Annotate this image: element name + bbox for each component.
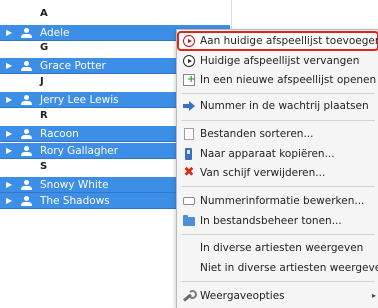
play-circle-icon: [183, 35, 195, 47]
menu-item-show-in-file-manager[interactable]: In bestandsbeheer tonen...: [177, 211, 378, 231]
menu-item-copy-to-device[interactable]: Naar apparaat kopiëren...: [177, 144, 378, 164]
expand-arrow-icon[interactable]: ▶: [6, 25, 12, 41]
delete-cross-icon: ✖: [183, 165, 195, 180]
expand-arrow-icon[interactable]: ▶: [6, 92, 12, 108]
group-letter: R: [40, 110, 48, 121]
menu-item-replace-playlist[interactable]: Huidige afspeellijst vervangen: [177, 51, 378, 71]
group-letter: J: [40, 76, 44, 87]
artist-name: Racoon: [40, 128, 79, 140]
menu-separator: [181, 120, 375, 121]
menu-item-label: Naar apparaat kopiëren...: [200, 148, 335, 160]
expand-arrow-icon[interactable]: ▶: [6, 58, 12, 74]
artist-name: Rory Gallagher: [40, 145, 119, 157]
artist-name: Jerry Lee Lewis: [40, 94, 119, 106]
menu-item-delete-from-disk[interactable]: ✖ Van schijf verwijderen...: [177, 163, 378, 183]
menu-item-label: Weergaveopties: [200, 290, 285, 302]
new-playlist-icon: [183, 70, 195, 90]
expand-arrow-icon[interactable]: ▶: [6, 193, 12, 209]
queue-arrow-icon: [183, 100, 195, 112]
menu-item-hide-from-various-artists[interactable]: Niet in diverse artiesten weergeven: [177, 258, 378, 278]
menu-item-label: In een nieuwe afspeellijst openen: [200, 74, 377, 86]
menu-separator: [181, 93, 375, 94]
menu-item-label: Aan huidige afspeellijst toevoegen: [200, 35, 378, 47]
wrench-icon: [183, 290, 197, 302]
menu-item-label: Nummerinformatie bewerken...: [200, 195, 365, 207]
artist-icon: [20, 60, 32, 72]
menu-item-view-options[interactable]: Weergaveopties ▸: [177, 286, 378, 306]
group-letter: G: [40, 42, 49, 53]
artist-icon: [20, 195, 32, 207]
tag-icon: [183, 197, 195, 205]
artist-icon: [20, 27, 32, 39]
group-header-a: A: [0, 6, 230, 22]
menu-item-label: Bestanden sorteren...: [200, 128, 314, 140]
menu-item-label: Van schijf verwijderen...: [200, 167, 326, 179]
artist-name: The Shadows: [40, 195, 110, 207]
device-icon: [185, 148, 192, 160]
folder-icon: [183, 215, 195, 226]
play-circle-icon: [183, 55, 195, 67]
menu-separator: [181, 234, 375, 235]
menu-item-add-to-playlist[interactable]: Aan huidige afspeellijst toevoegen: [177, 31, 378, 51]
artist-icon: [20, 128, 32, 140]
expand-arrow-icon[interactable]: ▶: [6, 126, 12, 142]
submenu-arrow-icon: ▸: [371, 291, 376, 300]
menu-item-show-in-various-artists[interactable]: In diverse artiesten weergeven: [177, 238, 378, 258]
artist-name: Grace Potter: [40, 60, 106, 72]
menu-item-label: In diverse artiesten weergeven: [200, 242, 364, 254]
artist-icon: [20, 145, 32, 157]
context-menu: Aan huidige afspeellijst toevoegen Huidi…: [176, 29, 378, 308]
document-icon: [184, 128, 194, 140]
menu-separator: [181, 186, 375, 187]
menu-item-queue-track[interactable]: Nummer in de wachtrij plaatsen: [177, 96, 378, 116]
menu-item-label: Huidige afspeellijst vervangen: [200, 55, 360, 67]
group-letter: S: [40, 161, 48, 172]
menu-item-open-new-playlist[interactable]: In een nieuwe afspeellijst openen: [177, 70, 378, 90]
menu-item-edit-track-info[interactable]: Nummerinformatie bewerken...: [177, 191, 378, 211]
menu-item-label: In bestandsbeheer tonen...: [200, 215, 342, 227]
artist-icon: [20, 179, 32, 191]
expand-arrow-icon[interactable]: ▶: [6, 143, 12, 159]
group-letter: A: [40, 8, 48, 19]
menu-item-label: Niet in diverse artiesten weergeven: [200, 262, 378, 274]
menu-separator: [181, 281, 375, 282]
expand-arrow-icon[interactable]: ▶: [6, 177, 12, 193]
menu-item-organize-files[interactable]: Bestanden sorteren...: [177, 124, 378, 144]
artist-name: Adele: [40, 27, 70, 39]
menu-item-label: Nummer in de wachtrij plaatsen: [200, 100, 369, 112]
artist-name: Snowy White: [40, 179, 109, 191]
artist-icon: [20, 94, 32, 106]
